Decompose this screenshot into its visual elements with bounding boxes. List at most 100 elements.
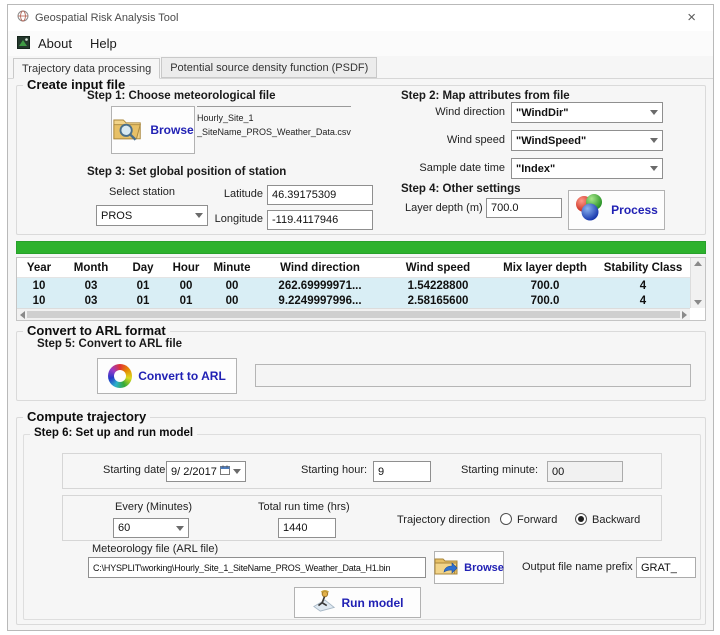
starting-minute-value: 00 (552, 466, 564, 478)
col-month[interactable]: Month (61, 262, 121, 274)
col-hour[interactable]: Hour (165, 262, 207, 274)
total-run-time-field[interactable]: 1440 (278, 518, 336, 538)
cell: 03 (61, 280, 121, 292)
table-vertical-scrollbar[interactable] (690, 258, 705, 308)
starting-date-picker[interactable]: 9/ 2/2017 (166, 461, 246, 482)
col-wind-speed[interactable]: Wind speed (383, 262, 493, 274)
tab-trajectory-data-processing[interactable]: Trajectory data processing (13, 58, 160, 79)
wind-direction-label: Wind direction (401, 106, 505, 118)
latitude-field[interactable]: 46.39175309 (267, 185, 373, 205)
cell: 00 (207, 280, 257, 292)
runner-icon (312, 588, 336, 617)
calendar-icon (220, 465, 230, 478)
arl-browse-button[interactable]: Browse (434, 551, 504, 584)
met-file-field[interactable]: C:\HYSPLIT\working\Hourly_Site_1_SiteNam… (88, 557, 426, 578)
cell: 00 (165, 280, 207, 292)
every-minutes-value: 60 (118, 522, 176, 534)
cell: 00 (207, 295, 257, 307)
step1-browse-label: Browse (150, 123, 193, 137)
step4-title: Step 4: Other settings (401, 183, 521, 195)
col-stability-class[interactable]: Stability Class (597, 262, 689, 274)
station-select[interactable]: PROS (96, 205, 208, 226)
backward-radio[interactable] (575, 513, 587, 525)
run-model-button[interactable]: Run model (294, 587, 421, 618)
wind-direction-select[interactable]: "WindDir" (511, 102, 663, 123)
col-day[interactable]: Day (121, 262, 165, 274)
step5-title: Step 5: Convert to ARL file (37, 338, 182, 350)
longitude-label: Longitude (197, 213, 263, 225)
menubar: About Help (8, 31, 713, 56)
run-model-label: Run model (342, 596, 404, 610)
process-progress-bar (16, 241, 706, 254)
scroll-up-icon[interactable] (694, 261, 702, 266)
wind-speed-select[interactable]: "WindSpeed" (511, 130, 663, 151)
every-minutes-select[interactable]: 60 (113, 518, 189, 538)
three-spheres-icon (575, 194, 605, 227)
longitude-value: -119.4117946 (272, 214, 338, 226)
starting-date-value: 9/ 2/2017 (171, 466, 220, 478)
cell: 01 (121, 295, 165, 307)
chevron-down-icon (650, 166, 658, 171)
sample-date-time-select[interactable]: "Index" (511, 158, 663, 179)
latitude-value: 46.39175309 (272, 189, 336, 201)
longitude-field[interactable]: -119.4117946 (267, 210, 373, 230)
file-name-line2: _SiteName_PROS_Weather_Data.csv (197, 126, 351, 140)
scroll-left-icon[interactable] (20, 311, 25, 319)
close-button[interactable]: × (679, 6, 704, 30)
sample-date-time-label: Sample date time (401, 162, 505, 174)
scrollbar-thumb[interactable] (27, 311, 680, 318)
forward-radio-label[interactable]: Forward (517, 514, 557, 526)
table-row[interactable]: 10 03 01 01 00 9.2249997996... 2.5816560… (17, 293, 705, 308)
forward-radio[interactable] (500, 513, 512, 525)
process-button[interactable]: Process (568, 190, 665, 230)
every-minutes-label: Every (Minutes) (115, 501, 192, 513)
group-convert-arl: Convert to ARL format Step 5: Convert to… (16, 331, 706, 401)
table-row[interactable]: 10 03 01 00 00 262.69999971... 1.5422880… (17, 278, 705, 293)
menu-about[interactable]: About (36, 34, 82, 53)
cell: 01 (121, 280, 165, 292)
col-year[interactable]: Year (17, 262, 61, 274)
folder-arrow-icon (434, 555, 458, 580)
arl-browse-label: Browse (464, 562, 504, 574)
step1-browse-button[interactable]: Browse (111, 106, 195, 154)
chevron-down-icon (650, 138, 658, 143)
rainbow-ring-icon (108, 364, 132, 388)
table-header-row: Year Month Day Hour Minute Wind directio… (17, 258, 705, 278)
col-mix-layer-depth[interactable]: Mix layer depth (493, 262, 597, 274)
convert-arl-button[interactable]: Convert to ARL (97, 358, 237, 394)
cell: 4 (597, 280, 689, 292)
scroll-right-icon[interactable] (682, 311, 687, 319)
tab-psdf[interactable]: Potential source density function (PSDF) (161, 57, 377, 78)
table-horizontal-scrollbar[interactable] (17, 308, 690, 320)
cell: 10 (17, 295, 61, 307)
col-minute[interactable]: Minute (207, 262, 257, 274)
met-file-value: C:\HYSPLIT\working\Hourly_Site_1_SiteNam… (93, 563, 390, 573)
menu-help[interactable]: Help (88, 34, 127, 53)
starting-date-label: Starting date: (103, 464, 168, 476)
layer-depth-label: Layer depth (m) (405, 202, 483, 214)
group-create-input-file: Create input file Step 1: Choose meteoro… (16, 85, 706, 235)
total-run-time-label: Total run time (hrs) (258, 501, 350, 513)
about-icon (17, 36, 30, 52)
cell: 1.54228800 (383, 280, 493, 292)
scroll-down-icon[interactable] (694, 300, 702, 305)
start-time-panel: Starting date: 9/ 2/2017 Starting hour: … (62, 453, 662, 489)
cell: 4 (597, 295, 689, 307)
sample-date-time-value: "Index" (516, 163, 650, 175)
backward-radio-label[interactable]: Backward (592, 514, 640, 526)
trajectory-direction-label: Trajectory direction (397, 514, 490, 526)
layer-depth-field[interactable]: 700.0 (486, 198, 562, 218)
starting-hour-field[interactable]: 9 (373, 461, 431, 482)
process-label: Process (611, 203, 658, 217)
convert-arl-label: Convert to ARL (138, 369, 226, 383)
wind-speed-value: "WindSpeed" (516, 135, 650, 147)
group-compute-title: Compute trajectory (23, 409, 150, 424)
run-settings-panel: Every (Minutes) 60 Total run time (hrs) … (62, 495, 662, 541)
group-compute-trajectory: Compute trajectory Step 6: Set up and ru… (16, 417, 706, 625)
output-prefix-field[interactable]: GRAT_ (636, 557, 696, 578)
step2-title: Step 2: Map attributes from file (401, 90, 570, 102)
col-wind-direction[interactable]: Wind direction (257, 262, 383, 274)
file-name-line1: Hourly_Site_1 (197, 112, 351, 126)
cell: 700.0 (493, 280, 597, 292)
chevron-down-icon (650, 110, 658, 115)
